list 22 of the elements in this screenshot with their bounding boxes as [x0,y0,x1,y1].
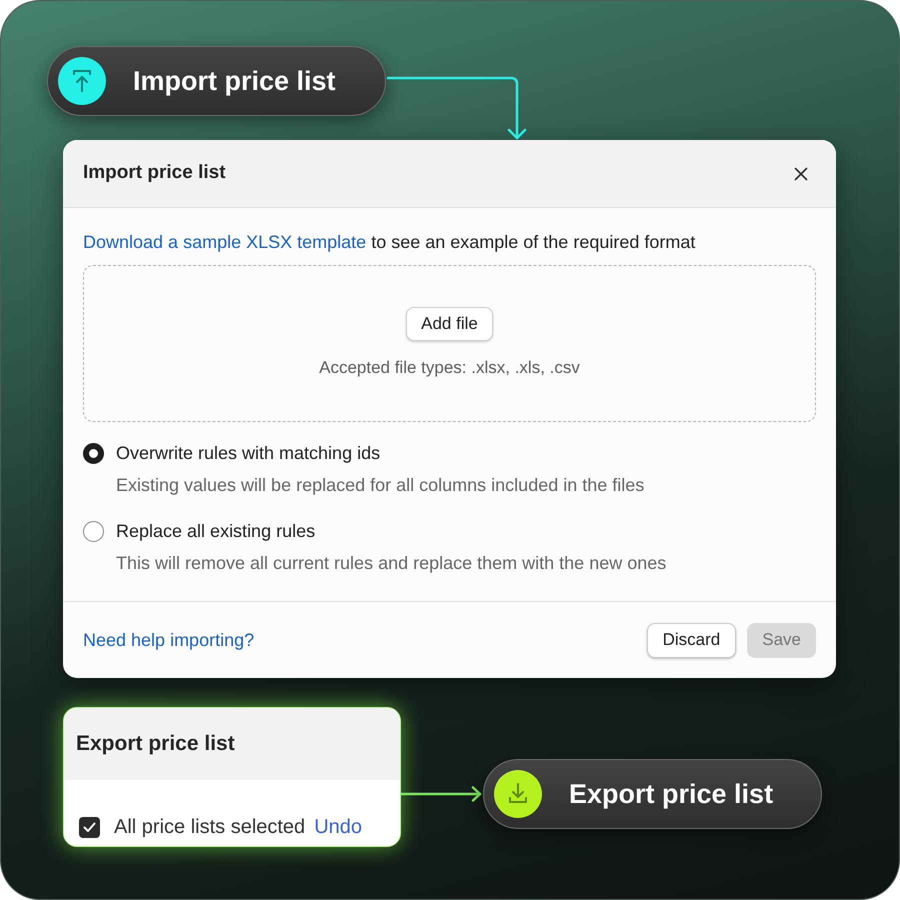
option-label: Replace all existing rules [116,520,316,542]
export-button[interactable]: Export price list [483,759,822,829]
option-description: This will remove all current rules and replace them with the new ones [115,552,668,574]
radio-option[interactable]: Replace all existing rules [83,520,816,542]
radio-option[interactable]: Overwrite rules with matching ids [83,442,816,464]
checkbox-checked-icon[interactable] [79,816,100,838]
file-dropzone[interactable]: Add file Accepted file types: .xlsx, .xls, .csv [83,265,816,422]
add-file-button[interactable]: Add file [406,306,493,341]
download-icon [494,770,542,818]
discard-button[interactable]: Discard [646,622,736,658]
upload-icon [58,57,106,105]
import-button[interactable]: Import price list [47,46,386,116]
file-types-hint: Accepted file types: .xlsx, .xls, .csv [319,356,580,379]
dialog-title: Import price list [83,161,226,186]
undo-link[interactable]: Undo [314,812,362,842]
option-description: Existing values will be replaced for all columns included in the files [115,474,646,496]
help-link[interactable]: Need help importing? [83,626,254,654]
template-instructions: Download a sample XLSX template to see an example of the required format [83,231,696,253]
option-label: Overwrite rules with matching ids [116,442,380,464]
template-link[interactable]: Download a sample XLSX template [83,232,366,252]
selection-label: All price lists selected [114,815,306,840]
export-card-title: Export price list [76,731,235,758]
